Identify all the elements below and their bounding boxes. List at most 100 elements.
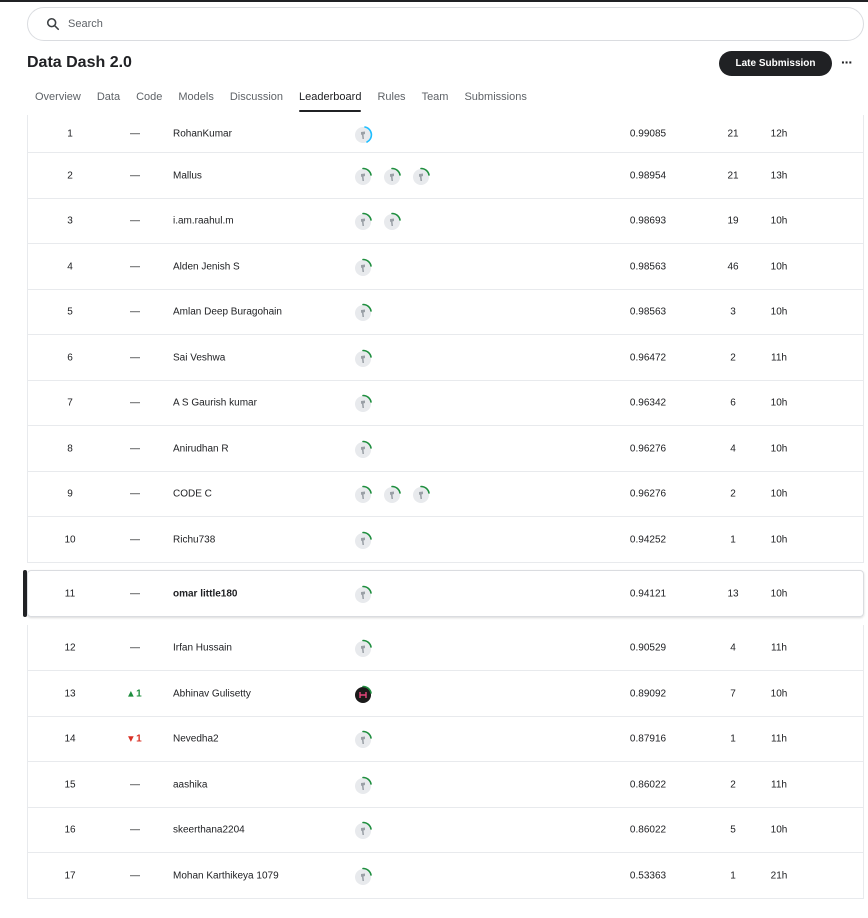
team-name[interactable]: Alden Jenish S <box>173 261 240 272</box>
last-submission-cell: 13h <box>770 170 788 181</box>
user-avatar-icon[interactable] <box>353 684 373 704</box>
user-avatar-icon[interactable] <box>411 166 431 186</box>
user-avatar-icon[interactable] <box>353 584 373 604</box>
table-row[interactable]: 12 — Irfan Hussain 0.90529 4 11h <box>27 625 864 671</box>
team-name[interactable]: Sai Veshwa <box>173 352 225 363</box>
user-avatar-icon[interactable] <box>353 638 373 658</box>
user-avatar-icon[interactable] <box>353 484 373 504</box>
score-cell: 0.86022 <box>629 779 667 790</box>
team-name[interactable]: i.am.raahul.m <box>173 215 234 226</box>
team-name[interactable]: skeerthana2204 <box>173 824 245 835</box>
score-cell: 0.89092 <box>629 688 667 699</box>
user-avatar-icon[interactable] <box>353 393 373 413</box>
team-members <box>353 166 431 186</box>
user-avatar-icon[interactable] <box>382 166 402 186</box>
team-name[interactable]: A S Gaurish kumar <box>173 397 257 408</box>
rank-change: — <box>130 170 140 181</box>
table-row[interactable]: 6 — Sai Veshwa 0.96472 2 11h <box>27 335 864 381</box>
search-input[interactable] <box>68 18 828 30</box>
rank-cell: 3 <box>67 215 73 226</box>
table-row[interactable]: 3 — i.am.raahul.m 0.98693 19 10h <box>27 198 864 244</box>
score-cell: 0.87916 <box>629 733 667 744</box>
search-bar[interactable] <box>27 7 864 41</box>
team-name[interactable]: Abhinav Gulisetty <box>173 688 251 699</box>
table-row[interactable]: 1 — RohanKumar 0.99085 21 12h <box>27 115 864 153</box>
entries-cell: 2 <box>730 488 736 499</box>
table-row[interactable]: 8 — Anirudhan R 0.96276 4 10h <box>27 426 864 472</box>
user-avatar-icon[interactable] <box>353 775 373 795</box>
tab-team[interactable]: Team <box>422 90 449 114</box>
team-name[interactable]: Mohan Karthikeya 1079 <box>173 870 279 881</box>
user-avatar-icon[interactable] <box>353 302 373 322</box>
user-avatar-icon[interactable] <box>353 530 373 550</box>
tab-models[interactable]: Models <box>178 90 213 114</box>
table-row[interactable]: 7 — A S Gaurish kumar 0.96342 6 10h <box>27 380 864 426</box>
last-submission-cell: 10h <box>770 488 788 499</box>
user-avatar-icon[interactable] <box>353 866 373 886</box>
tab-submissions[interactable]: Submissions <box>464 90 526 114</box>
late-submission-button[interactable]: Late Submission <box>719 51 832 76</box>
table-row[interactable]: 15 — aashika 0.86022 2 11h <box>27 762 864 808</box>
rank-change: — <box>130 824 140 835</box>
team-name[interactable]: aashika <box>173 779 207 790</box>
user-avatar-icon[interactable] <box>353 211 373 231</box>
table-row-current-user[interactable]: 11 — omar little180 0.94121 13 10h <box>23 570 864 617</box>
rank-cell: 2 <box>67 170 73 181</box>
team-members <box>353 530 373 550</box>
team-name[interactable]: Irfan Hussain <box>173 642 232 653</box>
score-cell: 0.90529 <box>629 642 667 653</box>
tab-overview[interactable]: Overview <box>35 90 81 114</box>
tab-rules[interactable]: Rules <box>377 90 405 114</box>
rank-cell: 4 <box>67 261 73 272</box>
entries-cell: 46 <box>727 261 739 272</box>
user-avatar-icon[interactable] <box>382 211 402 231</box>
rank-cell: 17 <box>64 870 76 881</box>
team-members <box>353 211 402 231</box>
team-name[interactable]: Richu738 <box>173 534 215 545</box>
team-members <box>353 775 373 795</box>
rank-cell: 16 <box>64 824 76 835</box>
user-avatar-icon[interactable] <box>411 484 431 504</box>
team-name[interactable]: omar little180 <box>173 588 237 599</box>
user-avatar-icon[interactable] <box>382 484 402 504</box>
team-name[interactable]: CODE C <box>173 488 212 499</box>
team-name[interactable]: Nevedha2 <box>173 733 219 744</box>
score-cell: 0.96342 <box>629 397 667 408</box>
tab-leaderboard[interactable]: Leaderboard <box>299 90 362 114</box>
tab-discussion[interactable]: Discussion <box>230 90 283 114</box>
table-row[interactable]: 16 — skeerthana2204 0.86022 5 10h <box>27 807 864 853</box>
table-row[interactable]: 4 — Alden Jenish S 0.98563 46 10h <box>27 244 864 290</box>
more-options-icon[interactable]: ··· <box>841 54 853 70</box>
team-name[interactable]: Amlan Deep Buragohain <box>173 306 282 317</box>
table-row[interactable]: 2 — Mallus 0.98954 21 13h <box>27 153 864 199</box>
table-row[interactable]: 5 — Amlan Deep Buragohain 0.98563 3 10h <box>27 289 864 335</box>
last-submission-cell: 10h <box>770 588 788 599</box>
entries-cell: 5 <box>730 824 736 835</box>
team-members <box>353 866 373 886</box>
rank-change: — <box>130 779 140 790</box>
tab-data[interactable]: Data <box>97 90 120 114</box>
score-cell: 0.98563 <box>629 306 667 317</box>
team-name[interactable]: RohanKumar <box>173 128 232 139</box>
table-row[interactable]: 13 ▴ 1 Abhinav Gulisetty 0.89092 7 10h <box>27 671 864 717</box>
rank-cell: 1 <box>67 128 73 139</box>
user-avatar-icon[interactable] <box>353 729 373 749</box>
user-avatar-icon[interactable] <box>353 820 373 840</box>
team-members <box>353 348 373 368</box>
table-row[interactable]: 17 — Mohan Karthikeya 1079 0.53363 1 21h <box>27 853 864 899</box>
team-members <box>353 684 373 704</box>
entries-cell: 21 <box>727 128 739 139</box>
table-row[interactable]: 9 — CODE C 0.96276 2 10h <box>27 471 864 517</box>
user-avatar-icon[interactable] <box>353 348 373 368</box>
team-name[interactable]: Mallus <box>173 170 202 181</box>
last-submission-cell: 21h <box>770 870 788 881</box>
table-row[interactable]: 10 — Richu738 0.94252 1 10h <box>27 517 864 563</box>
tab-code[interactable]: Code <box>136 90 162 114</box>
team-name[interactable]: Anirudhan R <box>173 443 229 454</box>
user-avatar-icon[interactable] <box>353 439 373 459</box>
table-row[interactable]: 14 ▾ 1 Nevedha2 0.87916 1 11h <box>27 716 864 762</box>
user-avatar-icon[interactable] <box>353 257 373 277</box>
user-avatar-icon[interactable] <box>353 124 373 144</box>
user-avatar-icon[interactable] <box>353 166 373 186</box>
team-members <box>353 124 373 144</box>
